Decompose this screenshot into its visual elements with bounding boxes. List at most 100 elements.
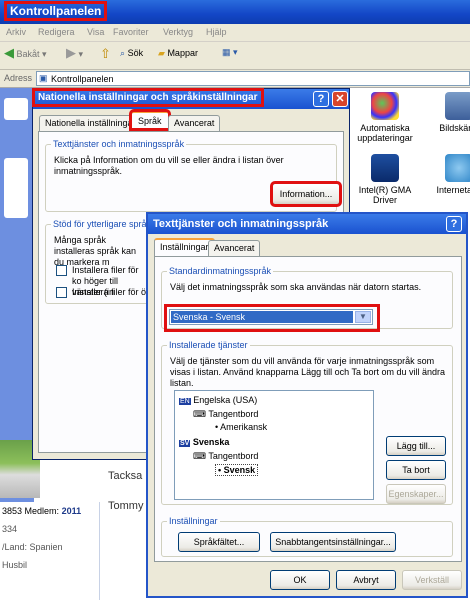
search-label: Sök: [127, 48, 144, 58]
menu-bar: Arkiv Redigera Visa Favoriter Verktyg Hj…: [0, 24, 470, 42]
forum-vehicle: Husbil: [2, 560, 28, 570]
keyboard-icon: ⌨: [193, 451, 206, 461]
folder-up-icon[interactable]: ⇧: [100, 46, 111, 62]
tree-node-swedish[interactable]: SV Svenska: [179, 437, 229, 447]
installed-services-group: Installerade tjänster Välj de tjänster s…: [161, 340, 453, 505]
address-field[interactable]: ▣ Kontrollpanelen: [36, 71, 470, 86]
back-arrow-icon: ◀: [4, 45, 14, 60]
text-services-group-label: Texttjänster och inmatningsspråk: [51, 139, 187, 149]
chevron-down-icon[interactable]: ▼: [355, 311, 371, 323]
apply-button[interactable]: Verkställ: [402, 570, 462, 590]
text-services-description: Klicka på Information om du vill se elle…: [54, 155, 284, 176]
control-panel-icon: ▣: [39, 73, 48, 83]
preferences-group: Inställningar Språkfältet... Snabbtangen…: [161, 516, 453, 557]
task-pane-card: [4, 98, 28, 120]
back-button[interactable]: ◀ Bakåt ▾: [4, 45, 47, 60]
settings-page: Standardinmatningsspråk Välj det inmatni…: [154, 256, 462, 562]
member-year: 2011: [61, 506, 82, 516]
cancel-button[interactable]: Avbryt: [336, 570, 396, 590]
address-bar: Adress ▣ Kontrollpanelen: [0, 70, 470, 88]
text-services-group: Texttjänster och inmatningsspråk Klicka …: [45, 139, 342, 212]
services-tree[interactable]: EN Engelska (USA) ⌨ Tangentbord • Amerik…: [174, 390, 374, 500]
back-label: Bakåt: [16, 49, 40, 59]
tree-node-keyboard: ⌨ Tangentbord: [193, 451, 258, 462]
windows-update-icon: [371, 92, 399, 120]
close-icon[interactable]: ✕: [332, 91, 348, 107]
default-language-description: Välj det inmatningsspråk som ska använda…: [170, 282, 422, 292]
cp-item-label: Internetalte: [436, 185, 470, 195]
keyboard-label: Tangentbord: [208, 409, 259, 419]
tab-regional-options[interactable]: Nationella inställninga: [39, 115, 139, 131]
keyboard-icon: ⌨: [193, 409, 206, 419]
cp-item-display[interactable]: Bildskärm: [424, 92, 470, 133]
cp-item-label: Intel(R) GMA Driver: [358, 185, 412, 205]
explorer-title-bar: Kontrollpanelen: [0, 0, 470, 24]
forward-arrow-icon: ▶: [66, 45, 76, 60]
search-button[interactable]: ⌕ Sök: [120, 48, 143, 59]
address-label: Adress: [4, 73, 33, 83]
regional-dialog-title-bar: Nationella inställningar och språkinstäl…: [32, 88, 349, 109]
cp-item-automatic-updates[interactable]: Automatiska uppdateringar: [350, 92, 420, 143]
help-icon[interactable]: ?: [313, 91, 329, 107]
folders-button[interactable]: ▰ Mappar: [158, 48, 198, 59]
views-icon: ▦: [222, 47, 231, 57]
key-settings-button[interactable]: Snabbtangentsinställningar...: [270, 532, 396, 552]
text-services-dialog: Texttjänster och inmatningsspråk ? Instä…: [146, 212, 468, 598]
sv-badge: SV: [179, 440, 191, 447]
menu-verktyg[interactable]: Verktyg: [163, 27, 193, 37]
tab-settings[interactable]: Inställningar: [154, 238, 215, 256]
supplemental-language-description: Många språk installeras språk kan du mar…: [54, 235, 137, 267]
cp-item-label: Bildskärm: [439, 123, 470, 133]
regional-dialog-title: Nationella inställningar och språkinstäl…: [32, 88, 264, 107]
english-layout-label: Amerikansk: [220, 422, 268, 432]
cp-item-intel-gma[interactable]: Intel(R) GMA Driver: [350, 154, 420, 205]
text-services-title-bar: Texttjänster och inmatningsspråk ?: [148, 214, 466, 234]
keyboard-label: Tangentbord: [208, 451, 259, 461]
views-button[interactable]: ▦ ▾: [222, 47, 238, 58]
menu-hjalp[interactable]: Hjälp: [206, 27, 227, 37]
add-button[interactable]: Lägg till...: [386, 436, 446, 456]
explorer-title: Kontrollpanelen: [3, 1, 108, 21]
remove-button[interactable]: Ta bort: [386, 460, 446, 480]
tab-advanced[interactable]: Avancerat: [168, 115, 221, 131]
default-language-value: Svenska - Svensk: [171, 311, 353, 323]
swedish-layout-label: Svensk: [223, 465, 256, 475]
properties-button[interactable]: Egenskaper...: [386, 484, 446, 504]
intel-gma-icon: [371, 154, 399, 182]
forum-username-2: Tommy: [108, 500, 144, 512]
default-language-group: Standardinmatningsspråk Välj det inmatni…: [161, 266, 453, 332]
menu-visa[interactable]: Visa: [87, 27, 104, 37]
help-icon[interactable]: ?: [446, 216, 462, 232]
forum-user-info: 3853 Medlem: 2011 334 /Land: Spanien Hus…: [0, 502, 100, 600]
forward-button[interactable]: ▶ ▾: [66, 45, 83, 60]
installed-services-description: Välj de tjänster som du vill använda för…: [170, 356, 445, 388]
cp-item-internet-options[interactable]: Internetalte: [424, 154, 470, 195]
default-language-label: Standardinmatningsspråk: [167, 266, 274, 276]
forum-line-2: 334: [2, 524, 18, 534]
menu-redigera[interactable]: Redigera: [38, 27, 75, 37]
information-button[interactable]: Information...: [270, 181, 342, 207]
member-label: Medlem:: [24, 506, 60, 516]
east-asian-label: Installera filer för öst: [72, 287, 150, 297]
menu-arkiv[interactable]: Arkiv: [6, 27, 26, 37]
east-asian-checkbox[interactable]: [56, 287, 67, 298]
forum-username: Tacksa: [108, 470, 143, 482]
complex-script-checkbox[interactable]: [56, 265, 67, 276]
search-icon: ⌕: [120, 48, 126, 58]
tab-advanced[interactable]: Avancerat: [208, 240, 261, 256]
display-icon: [445, 92, 470, 120]
tab-languages[interactable]: Språk: [129, 109, 171, 131]
tree-node-layout-selected[interactable]: • Svensk: [215, 464, 259, 476]
internet-options-icon: [445, 154, 470, 182]
language-bar-button[interactable]: Språkfältet...: [178, 532, 260, 552]
swedish-label: Svenska: [192, 437, 230, 447]
address-value: Kontrollpanelen: [51, 74, 114, 84]
english-label: Engelska (USA): [193, 395, 258, 405]
default-language-select[interactable]: Svenska - Svensk ▼: [164, 304, 380, 332]
menu-favoriter[interactable]: Favoriter: [113, 27, 149, 37]
member-number: 3853: [2, 506, 23, 516]
ok-button[interactable]: OK: [270, 570, 330, 590]
tree-node-english[interactable]: EN Engelska (USA): [179, 395, 257, 405]
task-pane-card: [4, 158, 28, 218]
supplemental-language-label: Stöd för ytterligare språk: [51, 219, 154, 229]
